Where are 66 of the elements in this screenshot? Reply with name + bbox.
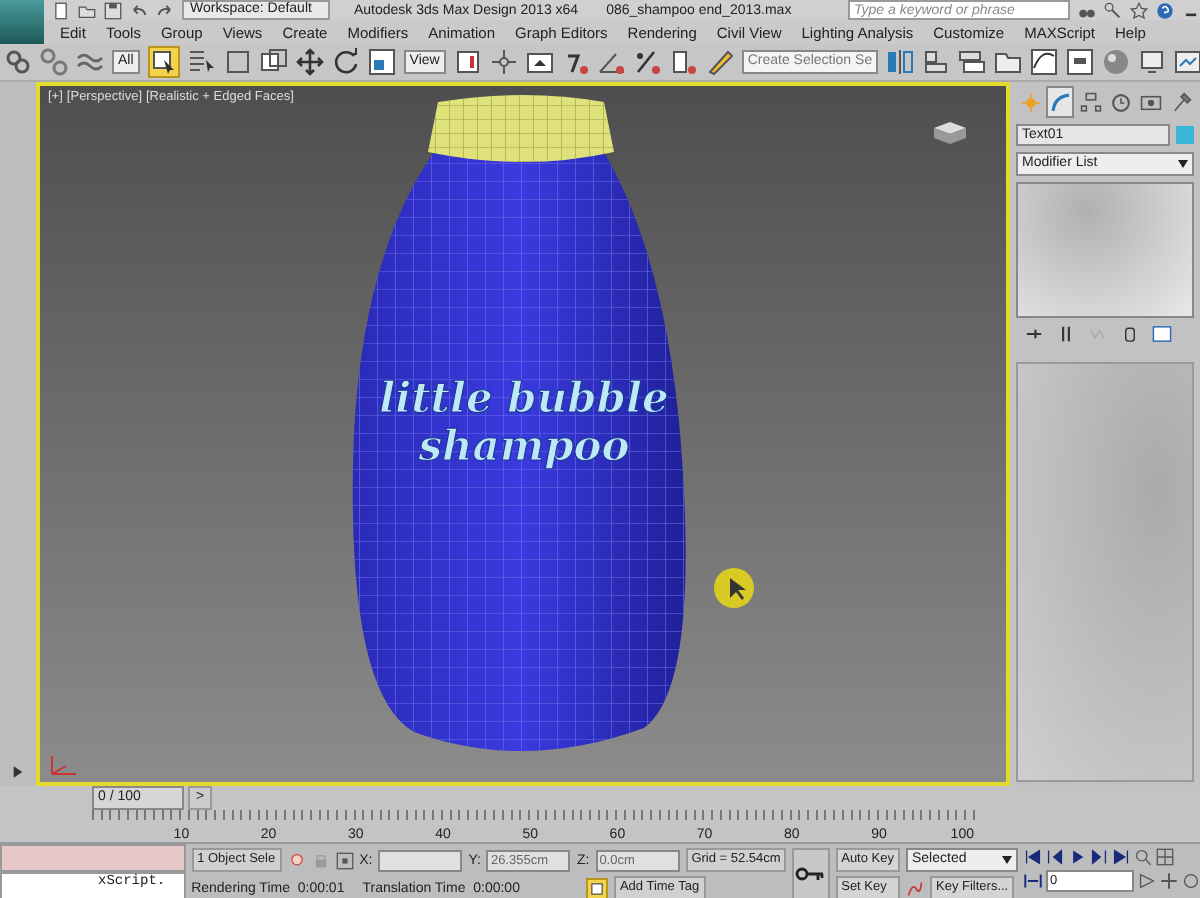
sun-icon bbox=[1019, 91, 1041, 113]
undo-icon[interactable] bbox=[130, 1, 148, 19]
zoom-extents-icon[interactable] bbox=[1156, 848, 1174, 866]
render-setup-icon[interactable] bbox=[1138, 48, 1167, 76]
scale-icon[interactable] bbox=[367, 48, 396, 76]
field-of-view-icon[interactable] bbox=[1138, 872, 1156, 890]
scene-explorer-icon[interactable] bbox=[994, 48, 1023, 76]
configure-icon[interactable] bbox=[1152, 324, 1172, 344]
key-tangent-icon[interactable] bbox=[906, 879, 924, 897]
wave-icon[interactable] bbox=[76, 48, 104, 76]
pivot-icon[interactable] bbox=[453, 48, 482, 76]
unlink-icon[interactable] bbox=[40, 48, 68, 76]
help-icon[interactable] bbox=[1156, 1, 1174, 19]
mirror-icon[interactable] bbox=[886, 48, 915, 76]
play-icon[interactable] bbox=[1068, 848, 1086, 866]
manipulate-icon[interactable] bbox=[489, 48, 518, 76]
next-frame-icon[interactable] bbox=[1090, 848, 1108, 866]
schematic-icon[interactable] bbox=[1066, 48, 1095, 76]
link-icon[interactable] bbox=[4, 48, 32, 76]
expand-trackbar-icon[interactable] bbox=[8, 762, 28, 782]
pin-icon[interactable] bbox=[1024, 324, 1044, 344]
scene-text[interactable]: shampoo bbox=[417, 420, 629, 470]
time-tag-icon[interactable] bbox=[587, 879, 606, 897]
spinner-snap-icon[interactable] bbox=[669, 48, 698, 76]
save-icon[interactable] bbox=[104, 1, 122, 19]
hammer-icon bbox=[1169, 91, 1191, 113]
render-frame-icon[interactable] bbox=[1174, 48, 1200, 76]
isolate-icon[interactable] bbox=[287, 851, 306, 869]
viewcube-icon[interactable] bbox=[930, 118, 970, 146]
previous-frame-icon[interactable] bbox=[1046, 848, 1064, 866]
maxscript-input-field[interactable] bbox=[0, 844, 186, 872]
axis-tripod-icon bbox=[48, 754, 80, 778]
x-coordinate-field[interactable] bbox=[378, 849, 463, 871]
orbit-icon[interactable] bbox=[1182, 872, 1200, 890]
move-icon[interactable] bbox=[295, 48, 324, 76]
bottle-drawing[interactable] bbox=[351, 95, 685, 751]
panel-tab[interactable] bbox=[1046, 86, 1074, 118]
rectangle-icon[interactable] bbox=[223, 48, 252, 76]
zoom-icon[interactable] bbox=[1134, 848, 1152, 866]
go-to-start-icon[interactable] bbox=[1024, 848, 1042, 866]
pan-icon[interactable] bbox=[1160, 872, 1178, 890]
caret-icon bbox=[1178, 160, 1188, 168]
percent-snap-icon[interactable] bbox=[633, 48, 662, 76]
select-by-name-icon[interactable] bbox=[187, 48, 216, 76]
key-mode-toggle-icon[interactable] bbox=[1024, 872, 1042, 890]
show-end-result-icon[interactable] bbox=[1056, 324, 1076, 344]
monitor-icon bbox=[1139, 91, 1161, 113]
align-icon[interactable] bbox=[922, 48, 951, 76]
edit-named-selection-icon[interactable] bbox=[705, 48, 734, 76]
select-object-icon[interactable] bbox=[149, 48, 178, 76]
hierarchy-icon bbox=[1079, 91, 1101, 113]
cursor-icon bbox=[712, 566, 756, 610]
clock-icon bbox=[1109, 91, 1131, 113]
rotate-icon[interactable] bbox=[331, 48, 360, 76]
layers-icon[interactable] bbox=[958, 48, 987, 76]
caret-icon bbox=[1002, 856, 1012, 864]
go-to-end-icon[interactable] bbox=[1112, 848, 1130, 866]
redo-icon[interactable] bbox=[156, 1, 174, 19]
window-crossing-icon[interactable] bbox=[259, 48, 288, 76]
curve-editor-icon[interactable] bbox=[1030, 48, 1059, 76]
new-file-icon[interactable] bbox=[52, 1, 70, 19]
star-icon[interactable] bbox=[1130, 1, 1148, 19]
color-swatch[interactable] bbox=[1176, 126, 1194, 144]
angle-snap-icon[interactable] bbox=[597, 48, 626, 76]
scene-text[interactable]: little bubble bbox=[378, 372, 668, 422]
curve-icon bbox=[1049, 91, 1071, 113]
